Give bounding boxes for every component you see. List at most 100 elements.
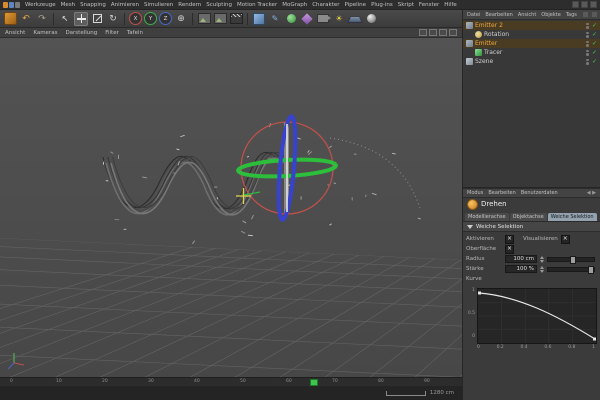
mograph-icon[interactable] (284, 12, 298, 26)
aktivieren-checkbox[interactable] (505, 235, 514, 244)
om-menu-tags[interactable]: Tags (566, 12, 577, 18)
vp-menu-filter[interactable]: Filter (105, 30, 119, 36)
menu-item-hilfe[interactable]: Hilfe (444, 2, 457, 8)
menu-item-mesh[interactable]: Mesh (61, 2, 75, 8)
menu-item-charakter[interactable]: Charakter (312, 2, 339, 8)
spline-pen-icon[interactable]: ✎ (268, 12, 282, 26)
x-axis-lock-button[interactable]: X (129, 12, 142, 25)
add-cube-icon[interactable] (252, 12, 266, 26)
rotation-icon (475, 31, 482, 38)
object-name: Szene (475, 58, 493, 65)
viewport-3d[interactable] (0, 38, 462, 377)
enabled-check-icon[interactable]: ✓ (592, 41, 597, 47)
coordinate-system-icon[interactable]: ⊕ (174, 12, 188, 26)
undo-icon[interactable]: ↶ (19, 12, 33, 26)
c4d-logo-icon[interactable] (3, 12, 17, 26)
material-icon[interactable] (364, 12, 378, 26)
deformer-icon[interactable] (300, 12, 314, 26)
menu-item-sculpting[interactable]: Sculpting (206, 2, 232, 8)
menu-item-plugins[interactable]: Plug-ins (371, 2, 393, 8)
menu-item-snapping[interactable]: Snapping (80, 2, 106, 8)
oberflaeche-checkbox[interactable] (505, 245, 514, 254)
visibility-dots[interactable] (586, 41, 589, 47)
vp-menu-tafeln[interactable]: Tafeln (127, 30, 143, 36)
tab-weiche-selektion[interactable]: Weiche Selektion (548, 213, 597, 221)
staerke-slider[interactable] (547, 267, 595, 272)
staerke-spinner[interactable] (540, 266, 544, 273)
object-row-emitter[interactable]: Emitter ✓ (463, 39, 600, 48)
visibility-dots[interactable] (586, 23, 589, 29)
vp-menu-darstellung[interactable]: Darstellung (65, 30, 97, 36)
move-tool-icon[interactable] (74, 12, 88, 26)
radius-field[interactable]: 100 cm (505, 255, 537, 263)
visibility-dots[interactable] (586, 59, 589, 65)
om-panel-icons[interactable] (582, 11, 598, 18)
menu-item-rendern[interactable]: Rendern (178, 2, 201, 8)
tab-objektachse[interactable]: Objektachse (510, 213, 547, 221)
radius-spinner[interactable] (540, 256, 544, 263)
visibility-dots[interactable] (586, 32, 589, 38)
camera-icon[interactable] (316, 12, 330, 26)
viewport-canvas[interactable] (0, 38, 462, 377)
menu-item-skript[interactable]: Skript (398, 2, 414, 8)
view-layout-icons[interactable] (419, 29, 457, 36)
om-menu-objekte[interactable]: Objekte (541, 12, 561, 18)
curve-plot[interactable] (477, 288, 597, 344)
timeline-playhead[interactable] (310, 379, 318, 386)
light-icon[interactable]: ☀ (332, 12, 346, 26)
layout-icons[interactable] (572, 1, 597, 8)
object-row-szene[interactable]: Szene ✓ (463, 57, 600, 66)
timeline-tick: 10 (56, 379, 62, 384)
collapse-triangle-icon (467, 225, 473, 229)
menu-item-pipeline[interactable]: Pipeline (345, 2, 367, 8)
vp-menu-ansicht[interactable]: Ansicht (5, 30, 25, 36)
enabled-check-icon[interactable]: ✓ (592, 23, 597, 29)
enabled-check-icon[interactable]: ✓ (592, 59, 597, 65)
object-row-emitter-2[interactable]: Emitter 2 ✓ (463, 21, 600, 30)
menu-item-simulieren[interactable]: Simulieren (144, 2, 173, 8)
y-axis-lock-button[interactable]: Y (144, 12, 157, 25)
rotation-gizmo[interactable] (238, 116, 337, 221)
tab-modellierachse[interactable]: Modellierachse (465, 213, 509, 221)
object-row-rotation[interactable]: Rotation ✓ (463, 30, 600, 39)
object-name: Emitter 2 (475, 22, 503, 29)
staerke-field[interactable]: 100 % (505, 265, 537, 273)
toolbar-separator (247, 13, 248, 25)
enabled-check-icon[interactable]: ✓ (592, 32, 597, 38)
redo-icon[interactable]: ↷ (35, 12, 49, 26)
vp-menu-kameras[interactable]: Kameras (33, 30, 57, 36)
app-logo-icon[interactable] (3, 2, 20, 8)
om-menu-datei[interactable]: Datei (467, 12, 480, 18)
render-view-icon[interactable] (197, 12, 211, 26)
enabled-check-icon[interactable]: ✓ (592, 50, 597, 56)
menu-item-mograph[interactable]: MoGraph (282, 2, 307, 8)
radius-slider[interactable] (547, 257, 595, 262)
am-menu-benutzerdaten[interactable]: Benutzerdaten (521, 190, 558, 196)
floor-icon[interactable] (348, 12, 362, 26)
am-menu-bearbeiten[interactable]: Bearbeiten (488, 190, 515, 196)
timeline-tick: 70 (332, 379, 338, 384)
am-nav-icons[interactable]: ◀ ▶ (587, 190, 596, 196)
section-header[interactable]: Weiche Selektion (463, 222, 600, 232)
menu-item-animieren[interactable]: Animieren (111, 2, 139, 8)
aktivieren-label: Aktivieren (466, 236, 502, 242)
render-settings-icon[interactable] (229, 12, 243, 26)
om-menu-bearbeiten[interactable]: Bearbeiten (485, 12, 512, 18)
timeline-tick: 60 (286, 379, 292, 384)
menu-item-motion-tracker[interactable]: Motion Tracker (237, 2, 277, 8)
visualisieren-checkbox[interactable] (561, 235, 570, 244)
falloff-curve-editor[interactable]: 1 0.5 0 0 0.2 0.4 0.6 0.8 1 (477, 288, 595, 350)
live-selection-icon[interactable]: ↖ (58, 12, 72, 26)
rotate-tool-icon[interactable]: ↻ (106, 12, 120, 26)
am-menu-modus[interactable]: Modus (467, 190, 483, 196)
scale-tool-icon[interactable] (90, 12, 104, 26)
visibility-dots[interactable] (586, 50, 589, 56)
menu-item-fenster[interactable]: Fenster (419, 2, 439, 8)
tracer-icon (475, 49, 482, 56)
z-axis-lock-button[interactable]: Z (159, 12, 172, 25)
menu-item-werkzeuge[interactable]: Werkzeuge (25, 2, 56, 8)
render-picture-viewer-icon[interactable] (213, 12, 227, 26)
om-menu-ansicht[interactable]: Ansicht (518, 12, 536, 18)
right-panel: Datei Bearbeiten Ansicht Objekte Tags Em… (462, 10, 600, 400)
object-row-tracer[interactable]: Tracer ✓ (463, 48, 600, 57)
